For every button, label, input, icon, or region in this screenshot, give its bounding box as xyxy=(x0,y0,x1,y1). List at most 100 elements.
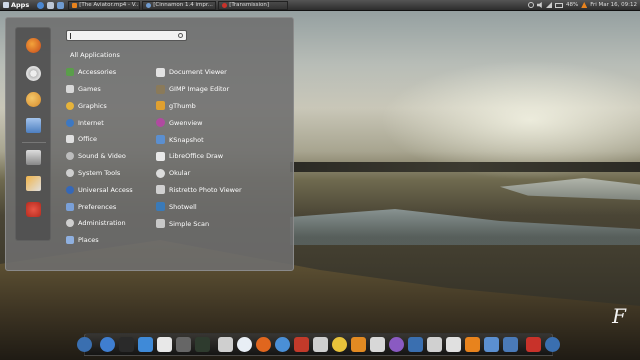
category-games[interactable]: Games xyxy=(66,81,154,98)
app-label: Gwenview xyxy=(169,118,203,127)
app-libreoffice-draw[interactable]: LibreOffice Draw xyxy=(156,148,294,165)
app-simple-scan[interactable]: Simple Scan xyxy=(156,215,294,232)
task-label: [The Aviator.mp4 - V... xyxy=(79,2,141,8)
pen-icon[interactable] xyxy=(218,337,233,352)
package-installer-icon[interactable] xyxy=(294,337,309,352)
app-label: GIMP Image Editor xyxy=(169,85,230,94)
category-label: Administration xyxy=(78,219,126,228)
app-shotwell[interactable]: Shotwell xyxy=(156,198,294,215)
app-label: gThumb xyxy=(169,101,196,110)
category-administration[interactable]: Administration xyxy=(66,215,154,232)
search-icon xyxy=(178,33,183,38)
category-label: Games xyxy=(78,84,101,93)
category-universal-access[interactable]: Universal Access xyxy=(66,181,154,198)
app-gwenview[interactable]: Gwenview xyxy=(156,114,294,131)
text-cursor xyxy=(70,33,71,39)
text-editor-icon[interactable] xyxy=(157,337,172,352)
vlc-icon[interactable] xyxy=(465,337,480,352)
category-label: Internet xyxy=(78,118,104,127)
firefox-icon[interactable] xyxy=(256,337,271,352)
clock[interactable]: Fri Mar 16, 09:12 xyxy=(590,2,637,8)
category-all-applications[interactable]: All Applications xyxy=(66,47,154,64)
folder-icon[interactable] xyxy=(484,337,499,352)
gimp-icon xyxy=(156,84,165,94)
application-menu: All Applications Accessories Games Graph… xyxy=(5,17,294,271)
volume-icon[interactable] xyxy=(536,2,542,8)
category-places[interactable]: Places xyxy=(66,232,154,249)
wallpaper-signature: F xyxy=(612,304,626,328)
globe-icon[interactable] xyxy=(37,1,45,9)
network-icon[interactable] xyxy=(527,2,534,8)
file-manager-icon[interactable] xyxy=(26,118,41,133)
app-label: Ristretto Photo Viewer xyxy=(169,185,242,194)
app-gimp[interactable]: GIMP Image Editor xyxy=(156,81,294,98)
search-input[interactable] xyxy=(66,30,187,41)
camera-icon[interactable] xyxy=(446,337,461,352)
folder-icon[interactable] xyxy=(57,1,65,9)
category-label: System Tools xyxy=(78,168,121,177)
screenshot-icon[interactable] xyxy=(503,337,518,352)
category-sound-video[interactable]: Sound & Video xyxy=(66,148,154,165)
apps-menu-icon xyxy=(3,2,9,8)
network-icon[interactable] xyxy=(370,337,385,352)
apps-menu-button[interactable]: Apps xyxy=(0,1,33,9)
administration-icon xyxy=(66,219,74,228)
category-accessories[interactable]: Accessories xyxy=(66,64,154,81)
system-tray: 48% Fri Mar 16, 09:12 xyxy=(527,2,640,8)
firefox-icon[interactable] xyxy=(26,38,41,53)
app-ristretto[interactable]: Ristretto Photo Viewer xyxy=(156,182,294,199)
terminal-icon[interactable] xyxy=(119,337,134,352)
task-button-video[interactable]: [The Aviator.mp4 - V... xyxy=(68,0,141,10)
display-icon[interactable] xyxy=(408,337,423,352)
task-list: [The Aviator.mp4 - V... [Cinnamon 1.4 im… xyxy=(68,0,289,10)
terminal-icon[interactable] xyxy=(26,150,41,165)
settings-icon[interactable] xyxy=(26,66,41,81)
home-launcher-icon[interactable] xyxy=(77,337,92,352)
task-button-transmission[interactable]: [Transmission] xyxy=(218,0,289,10)
app-label: KSnapshot xyxy=(169,135,204,144)
wifi-icon[interactable] xyxy=(545,2,552,8)
category-label: Accessories xyxy=(78,68,117,77)
vlc-tray-icon[interactable] xyxy=(581,2,588,8)
battery-icon[interactable] xyxy=(554,2,563,8)
download-icon[interactable] xyxy=(138,337,153,352)
help-icon[interactable] xyxy=(100,337,115,352)
power-icon[interactable] xyxy=(526,337,541,352)
media-player-icon[interactable] xyxy=(313,337,328,352)
gthumb-icon xyxy=(156,101,165,111)
accessibility-icon[interactable] xyxy=(545,337,560,352)
system-monitor-icon[interactable] xyxy=(195,337,210,352)
category-label: Sound & Video xyxy=(78,152,126,161)
chat-icon[interactable] xyxy=(26,92,41,107)
calculator-icon[interactable] xyxy=(176,337,191,352)
app-okular[interactable]: Okular xyxy=(156,165,294,182)
app-gthumb[interactable]: gThumb xyxy=(156,98,294,115)
disks-icon[interactable] xyxy=(427,337,442,352)
files-icon[interactable] xyxy=(47,1,55,9)
application-list: Document Viewer GIMP Image Editor gThumb… xyxy=(156,64,294,232)
cloud-icon[interactable] xyxy=(237,337,252,352)
ristretto-icon xyxy=(156,185,165,195)
chrome-icon[interactable] xyxy=(332,337,347,352)
task-label: [Cinnamon 1.4 impr... xyxy=(153,2,213,8)
chromium-icon[interactable] xyxy=(275,337,290,352)
office-icon xyxy=(66,135,74,144)
app-ksnapshot[interactable]: KSnapshot xyxy=(156,131,294,148)
category-graphics[interactable]: Graphics xyxy=(66,97,154,114)
libreoffice-draw-icon xyxy=(156,151,165,161)
task-button-browser[interactable]: [Cinnamon 1.4 impr... xyxy=(142,0,217,10)
universal-access-icon xyxy=(66,185,74,194)
category-internet[interactable]: Internet xyxy=(66,114,154,131)
category-preferences[interactable]: Preferences xyxy=(66,198,154,215)
chat-icon[interactable] xyxy=(389,337,404,352)
wallpaper-water xyxy=(290,209,640,245)
gwenview-icon xyxy=(156,118,165,128)
headphones-icon[interactable] xyxy=(351,337,366,352)
shotwell-icon xyxy=(156,202,165,212)
transmission-icon xyxy=(222,2,228,8)
power-icon[interactable] xyxy=(26,202,41,217)
logout-icon[interactable] xyxy=(26,176,41,191)
app-document-viewer[interactable]: Document Viewer xyxy=(156,64,294,81)
category-office[interactable]: Office xyxy=(66,131,154,148)
category-system-tools[interactable]: System Tools xyxy=(66,165,154,182)
